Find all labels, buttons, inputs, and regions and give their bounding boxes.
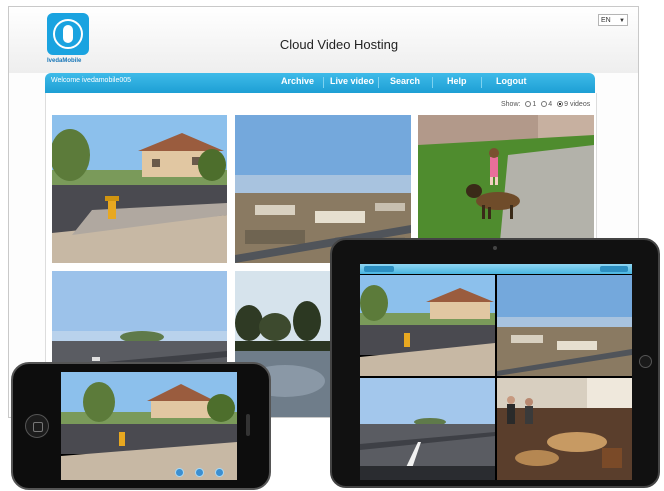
nav-separator — [432, 77, 433, 88]
welcome-text: Welcome ivedamobile005 — [51, 77, 132, 84]
camera-icon[interactable] — [175, 468, 184, 477]
phone-controls — [171, 468, 235, 478]
phone-device — [11, 362, 271, 490]
phone-home-button[interactable] — [25, 414, 49, 438]
tablet-device — [330, 238, 660, 488]
tablet-menu-button[interactable] — [600, 266, 628, 272]
tablet-toolbar — [360, 264, 632, 274]
radio-1-video[interactable] — [525, 101, 532, 108]
tablet-tile-aerial[interactable] — [497, 275, 632, 376]
tablet-tile-street[interactable] — [360, 275, 495, 376]
nav-separator — [323, 77, 324, 88]
video-count-selector: Show: 1 4 9 videos — [501, 101, 590, 108]
language-value: EN — [601, 17, 611, 24]
info-icon[interactable] — [215, 468, 224, 477]
logo-text: IvedaMobile — [47, 58, 82, 64]
phone-video-street[interactable] — [61, 372, 237, 480]
nav-separator — [378, 77, 379, 88]
home-square-icon — [33, 422, 43, 432]
phone-speaker — [246, 414, 250, 436]
nav-separator — [481, 77, 482, 88]
language-select[interactable]: EN ▼ — [598, 14, 628, 26]
tablet-back-button[interactable] — [364, 266, 394, 272]
nav-logout[interactable]: Logout — [496, 76, 527, 86]
option-4-label: 4 — [548, 101, 553, 108]
page-header: IvedaMobile Cloud Video Hosting EN ▼ — [9, 7, 638, 73]
chevron-down-icon: ▼ — [619, 18, 625, 24]
tablet-screen — [360, 264, 632, 480]
tablet-home-button[interactable] — [639, 355, 652, 368]
option-9-label: 9 videos — [564, 101, 591, 108]
video-tile-street[interactable] — [52, 115, 227, 263]
nav-help[interactable]: Help — [447, 76, 467, 86]
nav-live-video[interactable]: Live video — [330, 76, 374, 86]
iveda-logo[interactable] — [47, 13, 89, 55]
tablet-tile-restaurant[interactable] — [497, 378, 632, 480]
show-label: Show: — [501, 101, 521, 108]
radio-4-videos[interactable] — [541, 101, 548, 108]
option-1-label: 1 — [532, 101, 537, 108]
radio-9-videos[interactable] — [557, 101, 564, 108]
main-nav: Welcome ivedamobile005 Archive Live vide… — [45, 73, 595, 93]
logo-figure — [63, 25, 73, 43]
tablet-tile-highway[interactable] — [360, 378, 495, 480]
page-title: Cloud Video Hosting — [279, 37, 399, 52]
nav-search[interactable]: Search — [390, 76, 420, 86]
phone-screen — [61, 372, 237, 480]
settings-icon[interactable] — [195, 468, 204, 477]
nav-archive[interactable]: Archive — [281, 76, 314, 86]
tablet-camera — [493, 246, 497, 250]
